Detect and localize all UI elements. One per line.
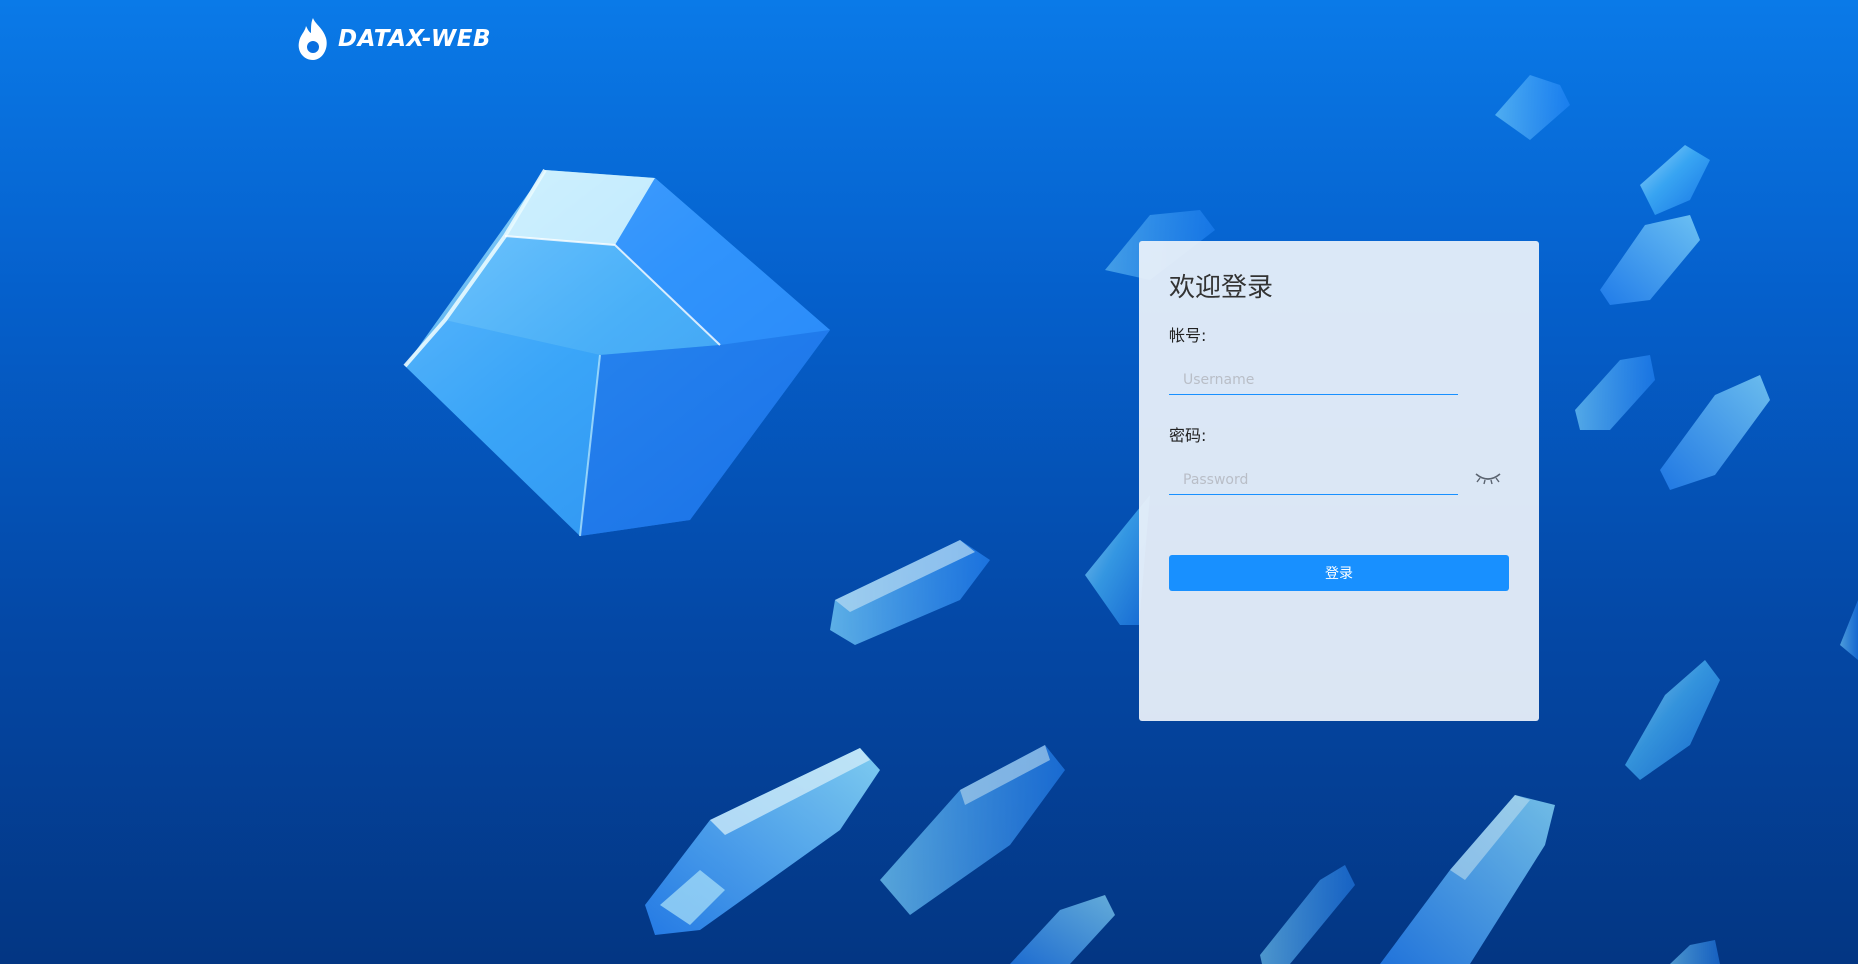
login-button[interactable]: 登录 [1169, 555, 1509, 591]
login-title: 欢迎登录 [1169, 273, 1274, 303]
username-group: 帐号: [1169, 325, 1509, 395]
username-input[interactable] [1169, 361, 1458, 395]
crystal-shard [1495, 75, 1570, 140]
username-label: 帐号: [1169, 326, 1207, 345]
crystal-shard [1840, 600, 1858, 660]
crystal-shard [1600, 215, 1700, 305]
username-row [1169, 361, 1458, 395]
flame-icon [298, 18, 327, 60]
brand-name: DATAX-WEB [338, 26, 492, 52]
password-input[interactable] [1169, 461, 1458, 495]
crystal-shard [880, 745, 1065, 915]
crystal-shard [645, 748, 880, 935]
eye-closed-icon[interactable] [1473, 469, 1503, 487]
password-row [1169, 461, 1501, 495]
password-group: 密码: [1169, 425, 1509, 495]
login-page: DATAX-WEB 欢迎登录 帐号: 密码: 登录 [0, 0, 1858, 964]
large-cube-crystal [403, 168, 830, 537]
background-crystals-illustration [403, 75, 1858, 964]
crystal-shard [830, 540, 990, 645]
crystal-shard [1380, 795, 1555, 964]
crystal-shard [1660, 375, 1770, 490]
crystal-shard [1575, 355, 1655, 430]
brand-logo: DATAX-WEB [296, 16, 491, 62]
crystal-shard [1625, 660, 1720, 780]
crystal-shard [1640, 145, 1710, 215]
crystal-shard [1670, 940, 1720, 964]
crystal-shard [1260, 865, 1355, 964]
crystal-shard [1010, 895, 1115, 964]
login-form-card: 欢迎登录 帐号: 密码: 登录 [1139, 241, 1539, 721]
password-label: 密码: [1169, 426, 1207, 445]
